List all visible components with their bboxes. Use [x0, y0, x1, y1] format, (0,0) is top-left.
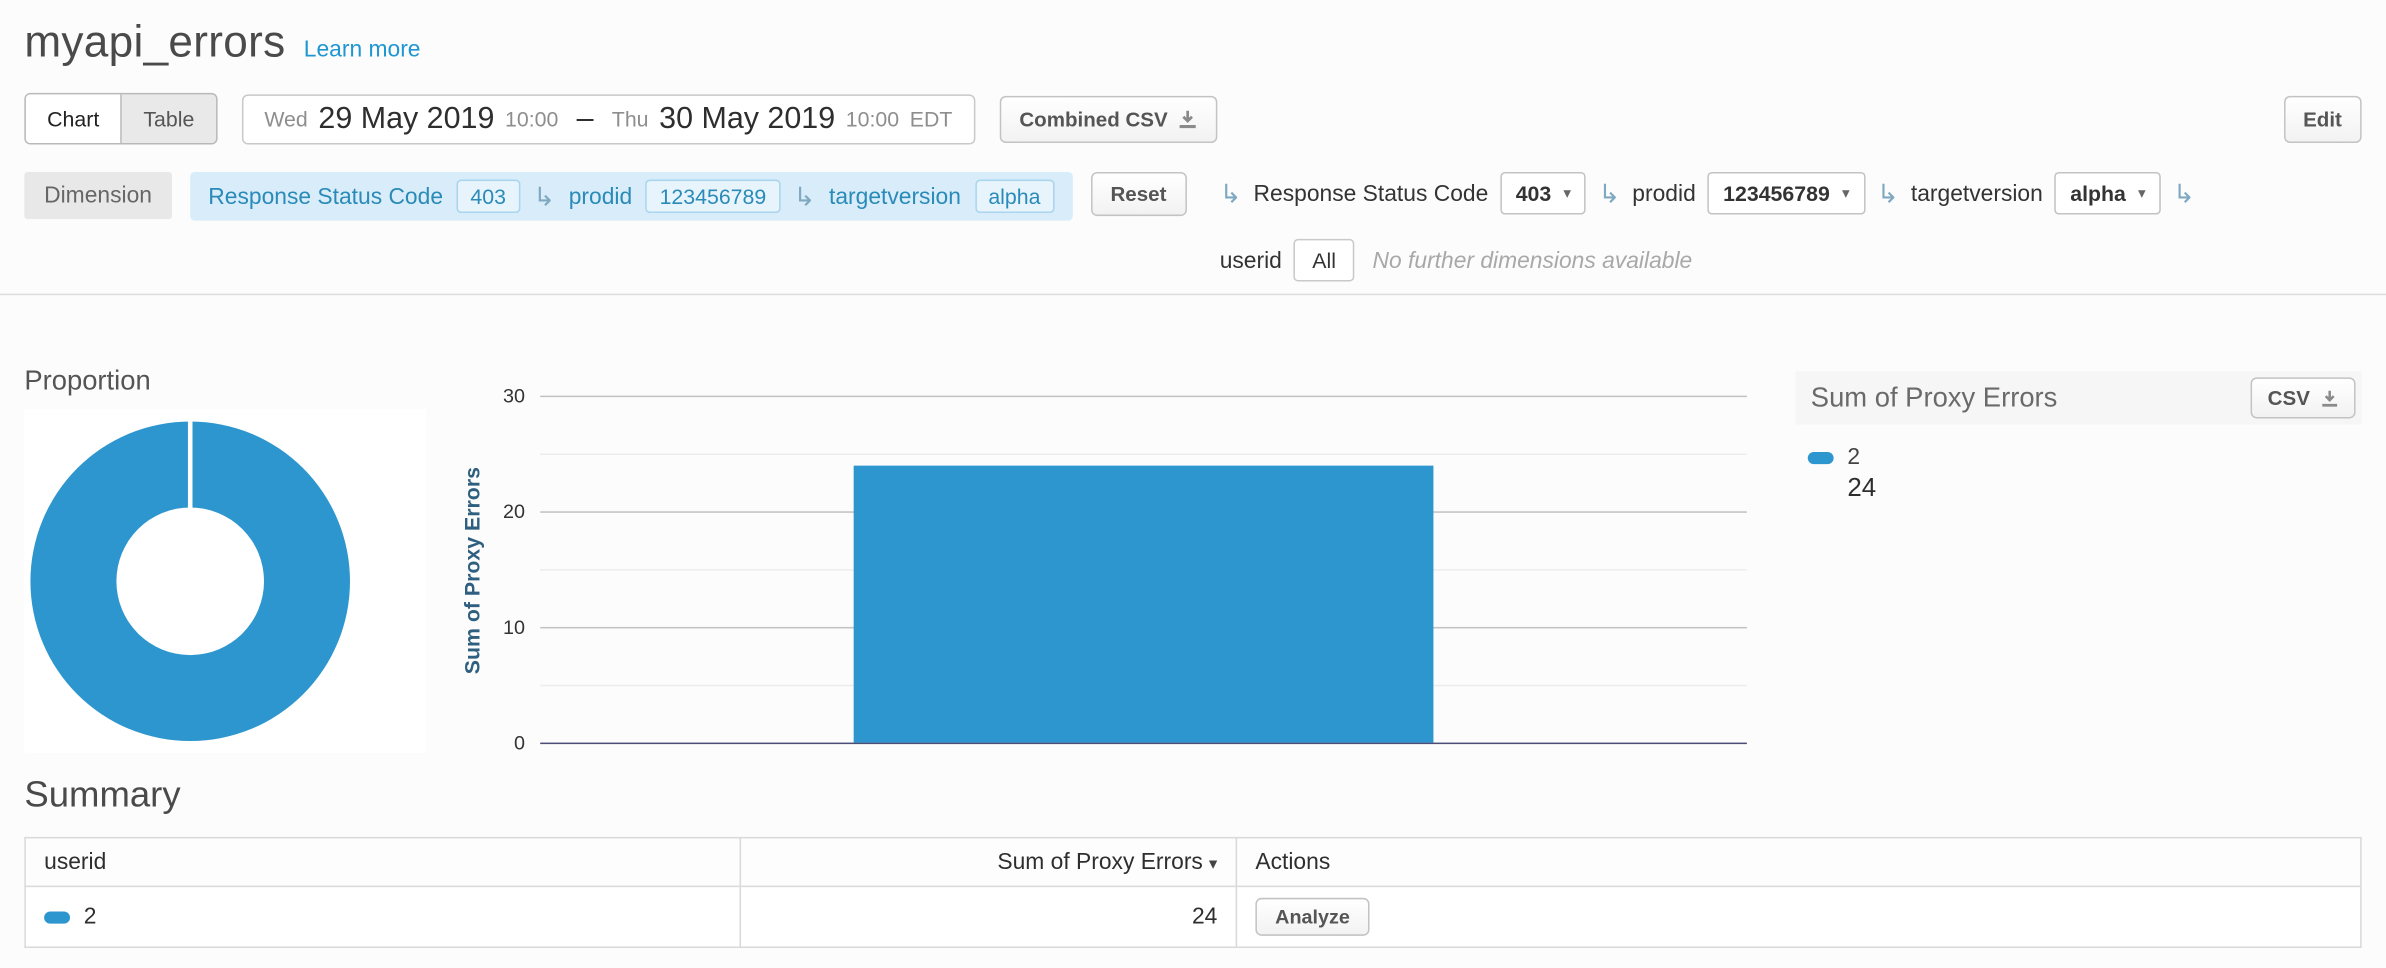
selector-label-targetversion: targetversion — [1911, 180, 2043, 206]
selector-label-userid: userid — [1220, 247, 1282, 273]
column-header-metric-label: Sum of Proxy Errors — [997, 849, 1202, 875]
select-value: alpha — [2070, 181, 2126, 205]
prodid-select[interactable]: 123456789 ▾ — [1708, 172, 1865, 215]
proxy-errors-bar[interactable] — [854, 465, 1433, 743]
select-value: 403 — [1516, 181, 1552, 205]
proportion-panel — [24, 409, 426, 753]
reset-button[interactable]: Reset — [1091, 172, 1187, 216]
drilldown-arrow-icon: ↳ — [1220, 180, 1242, 206]
proportion-title: Proportion — [24, 365, 426, 397]
report-page: myapi_errors Learn more Chart Table Wed … — [0, 0, 2386, 948]
userid-all-button[interactable]: All — [1294, 239, 1354, 282]
select-value: 123456789 — [1723, 181, 1830, 205]
date-range-end-day: Thu — [612, 107, 649, 131]
page-header: myapi_errors Learn more — [24, 18, 2361, 68]
drilldown-arrow-icon: ↳ — [1877, 180, 1899, 206]
caret-down-icon: ▾ — [1563, 185, 1571, 202]
drilldown-arrow-icon: ↳ — [2173, 180, 2195, 206]
y-tick-label: 20 — [476, 500, 525, 523]
cell-userid: 2 — [25, 886, 740, 947]
chart-toggle-button[interactable]: Chart — [26, 94, 122, 143]
date-range-separator: – — [577, 101, 594, 136]
legend-item-value: 24 — [1847, 473, 2361, 503]
y-tick-label: 10 — [476, 615, 525, 638]
breadcrumb-dimension-value[interactable]: alpha — [975, 180, 1055, 213]
section-divider — [0, 294, 2386, 296]
x-axis-line — [540, 743, 1747, 745]
column-header-userid: userid — [25, 838, 740, 887]
caret-down-icon: ▾ — [1842, 185, 1850, 202]
bar-chart-column: Sum of Proxy Errors 0102030 — [426, 365, 1747, 753]
page-title: myapi_errors — [24, 18, 285, 68]
y-tick-label: 30 — [476, 384, 525, 407]
cell-metric-value: 24 — [740, 886, 1236, 947]
proportion-donut-chart[interactable] — [30, 422, 350, 742]
sort-descending-icon: ▾ — [1209, 855, 1217, 873]
date-range-start-time: 10:00 — [505, 107, 558, 131]
breadcrumb-dimension-name: Response Status Code — [208, 183, 443, 209]
column-header-metric[interactable]: Sum of Proxy Errors ▾ — [740, 838, 1236, 887]
date-range-end-time: 10:00 — [846, 107, 899, 131]
download-icon — [2321, 389, 2339, 407]
y-tick-label: 0 — [476, 731, 525, 754]
date-range-picker[interactable]: Wed 29 May 2019 10:00 – Thu 30 May 2019 … — [241, 94, 975, 144]
column-header-actions: Actions — [1236, 838, 2361, 887]
gridline — [540, 396, 1747, 398]
legend-panel: Sum of Proxy Errors CSV 2 24 — [1796, 365, 2362, 753]
legend-item-label: 2 — [1847, 444, 1860, 470]
date-range-start-day: Wed — [264, 107, 307, 131]
summary-title: Summary — [24, 775, 2361, 818]
dimension-selectors: ↳ Response Status Code 403 ▾ ↳ prodid 12… — [1220, 172, 2362, 282]
drilldown-arrow-icon: ↳ — [794, 183, 816, 209]
breadcrumb-dimension-value[interactable]: 123456789 — [646, 180, 780, 213]
table-toggle-button[interactable]: Table — [122, 94, 216, 143]
download-icon — [1178, 109, 1198, 129]
summary-table-row: 2 24 Analyze — [25, 886, 2361, 947]
analyze-button[interactable]: Analyze — [1255, 898, 1369, 936]
legend-item[interactable]: 2 — [1808, 444, 2362, 470]
date-range-timezone: EDT — [910, 107, 953, 131]
breadcrumb-dimension-value[interactable]: 403 — [457, 180, 520, 213]
csv-label: CSV — [2268, 387, 2310, 410]
y-axis-label: Sum of Proxy Errors — [460, 467, 484, 674]
legend-swatch-icon — [1808, 451, 1834, 463]
drilldown-arrow-icon: ↳ — [1598, 180, 1620, 206]
dimension-bar: Dimension Response Status Code 403 ↳ pro… — [24, 172, 2361, 282]
charts-row: Proportion Sum of Proxy Errors 0102030 S… — [24, 365, 2361, 753]
dimension-label: Dimension — [24, 172, 171, 219]
selector-label-prodid: prodid — [1632, 180, 1695, 206]
series-swatch-icon — [44, 911, 70, 923]
bar-plot: 0102030 — [540, 396, 1747, 743]
breadcrumb-dimension-name: targetversion — [829, 183, 961, 209]
proportion-column: Proportion — [24, 365, 426, 753]
legend-title: Sum of Proxy Errors — [1811, 382, 2058, 414]
csv-button[interactable]: CSV — [2251, 377, 2356, 418]
edit-button[interactable]: Edit — [2283, 95, 2361, 142]
app-viewport: myapi_errors Learn more Chart Table Wed … — [0, 0, 2386, 968]
legend-header: Sum of Proxy Errors CSV — [1796, 371, 2362, 424]
date-range-end-date: 30 May 2019 — [659, 101, 835, 136]
targetversion-select[interactable]: alpha ▾ — [2055, 172, 2161, 215]
drilldown-arrow-icon: ↳ — [533, 183, 555, 209]
caret-down-icon: ▾ — [2138, 185, 2146, 202]
minor-gridline — [540, 453, 1747, 455]
summary-header-row: userid Sum of Proxy Errors ▾ Actions — [25, 838, 2361, 887]
combined-csv-button[interactable]: Combined CSV — [1000, 95, 1218, 142]
dimension-breadcrumb: Response Status Code 403 ↳ prodid 123456… — [190, 172, 1072, 221]
breadcrumb-dimension-name: prodid — [569, 183, 632, 209]
combined-csv-label: Combined CSV — [1019, 107, 1167, 130]
donut-slice-gap — [188, 422, 193, 582]
date-range-start-date: 29 May 2019 — [318, 101, 494, 136]
cell-userid-value: 2 — [84, 904, 97, 930]
chart-table-toggle: Chart Table — [24, 93, 217, 145]
cell-actions: Analyze — [1236, 886, 2361, 947]
summary-table: userid Sum of Proxy Errors ▾ Actions 2 — [24, 837, 2361, 948]
no-more-dimensions-note: No further dimensions available — [1373, 247, 1693, 273]
learn-more-link[interactable]: Learn more — [304, 37, 421, 63]
toolbar: Chart Table Wed 29 May 2019 10:00 – Thu … — [24, 93, 2361, 145]
response-status-code-select[interactable]: 403 ▾ — [1500, 172, 1586, 215]
selector-label-response-status-code: Response Status Code — [1254, 180, 1489, 206]
